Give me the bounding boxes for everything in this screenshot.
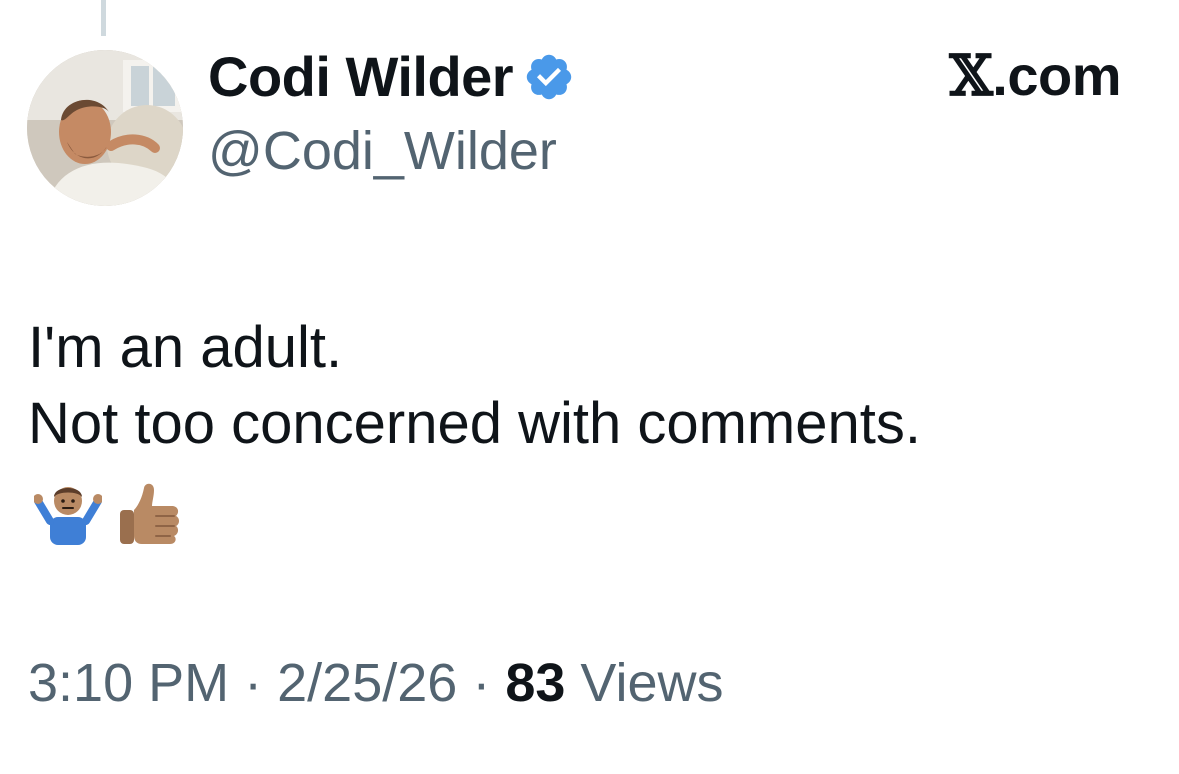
author-name-row: Codi Wilder (208, 44, 575, 110)
views-label: Views (580, 653, 724, 713)
tweet-emoji-row (33, 480, 182, 553)
tweet-text: I'm an adult. Not too concerned with com… (28, 310, 1148, 462)
views-count: 83 (505, 653, 566, 713)
person-shrugging-emoji-icon (33, 483, 103, 550)
avatar-photo (27, 50, 183, 206)
author-handle[interactable]: @Codi_Wilder (208, 124, 557, 178)
brand-label: 𝕏.com (949, 48, 1121, 105)
x-logo-icon: 𝕏 (949, 43, 993, 109)
brand-domain: .com (992, 44, 1121, 107)
avatar[interactable] (27, 50, 183, 206)
meta-separator-2: · (472, 653, 491, 713)
author-display-name[interactable]: Codi Wilder (208, 49, 514, 105)
thumbs-up-emoji-icon (116, 480, 182, 553)
meta-separator: · (244, 653, 263, 713)
tweet-time[interactable]: 3:10 PM (28, 653, 229, 713)
tweet-meta: 3:10 PM · 2/25/26 · 83 Views (28, 656, 723, 710)
tweet-date[interactable]: 2/25/26 (277, 653, 457, 713)
thread-connector-line (101, 0, 106, 36)
verified-badge-icon (523, 51, 575, 103)
tweet-line-1: I'm an adult. (28, 315, 343, 380)
tweet-line-2: Not too concerned with comments. (28, 391, 921, 456)
